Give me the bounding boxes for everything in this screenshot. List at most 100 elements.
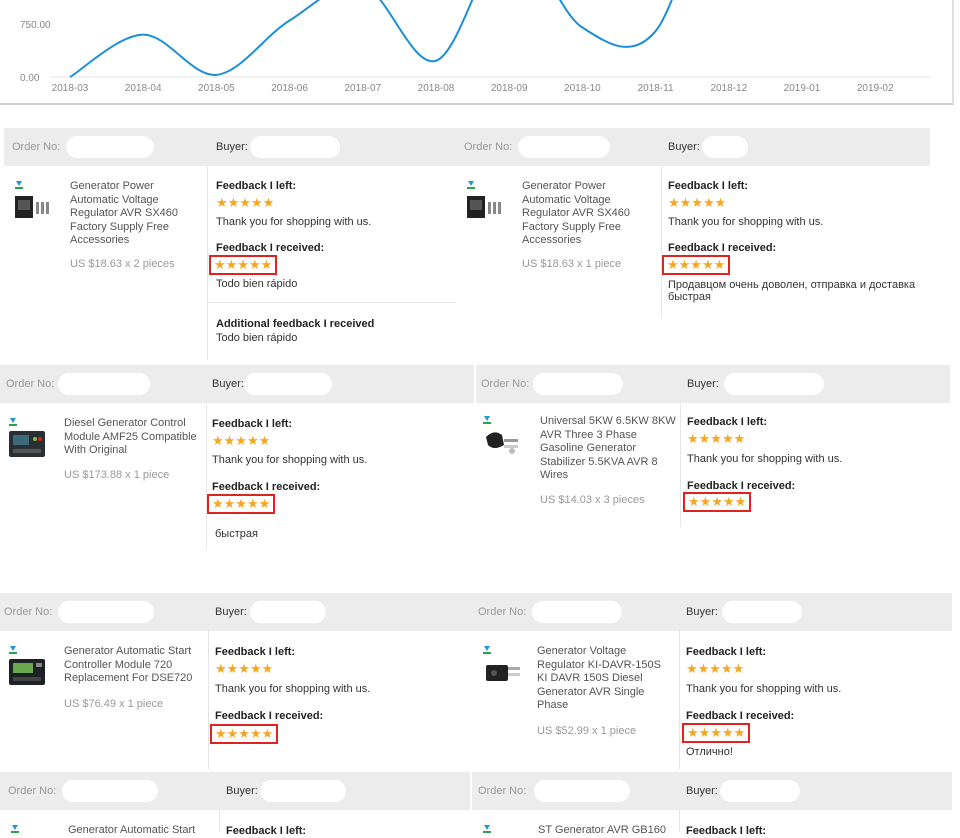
product-title[interactable]: Generator Power Automatic Voltage Regula… <box>70 180 190 248</box>
order-no-label: Order No: <box>6 378 55 390</box>
product-title[interactable]: Diesel Generator Control Module AMF25 Co… <box>64 417 199 458</box>
product-title[interactable]: Generator Automatic Start <box>68 824 213 838</box>
redacted-order-no <box>518 136 610 158</box>
column-divider <box>207 166 208 360</box>
received-feedback-text: Отлично! <box>686 746 733 758</box>
column-divider <box>206 403 207 550</box>
redacted-order-no <box>66 136 154 158</box>
series-line <box>69 0 673 78</box>
feedback-left-title: Feedback I left: <box>687 416 768 428</box>
x-tick-label: 2018-06 <box>271 83 308 94</box>
received-rating-stars: ★★★★★ <box>662 255 731 275</box>
redacted-buyer <box>250 601 326 623</box>
order-card: Order No: Buyer: Generator Automatic Sta… <box>0 593 472 769</box>
additional-feedback-title: Additional feedback I received <box>216 318 375 330</box>
redacted-buyer <box>722 601 802 623</box>
redacted-order-no <box>58 601 154 623</box>
feedback-left-title: Feedback I left: <box>212 418 293 430</box>
redacted-buyer <box>244 373 332 395</box>
received-feedback-text: быстрая <box>215 528 258 540</box>
column-divider <box>661 166 662 318</box>
order-card: Order No: Buyer: ST Generator AVR GB160 … <box>472 772 952 837</box>
feedback-left-title: Feedback I left: <box>686 646 767 658</box>
x-tick-label: 2019-01 <box>784 83 821 94</box>
product-thumbnail-icon[interactable] <box>482 427 520 457</box>
order-no-label: Order No: <box>464 141 513 153</box>
feedback-received-title: Feedback I received: <box>215 710 324 722</box>
order-no-label: Order No: <box>8 785 57 797</box>
order-no-label: Order No: <box>478 606 527 618</box>
received-rating-stars: ★★★★★ <box>207 494 276 514</box>
buyer-label: Buyer: <box>686 606 718 618</box>
feedback-received-title: Feedback I received: <box>212 481 321 493</box>
product-title[interactable]: Generator Automatic Start Controller Mod… <box>64 645 204 686</box>
left-feedback-text: Thank you for shopping with us. <box>687 453 843 465</box>
received-rating-stars: ★★★★★ <box>682 723 751 743</box>
left-rating-stars: ★★★★★ <box>687 431 746 446</box>
order-card: Order No: Buyer: Generator Automatic Sta… <box>0 772 470 837</box>
product-price: US $76.49 x 1 piece <box>64 698 164 710</box>
left-feedback-text: Thank you for shopping with us. <box>212 454 368 466</box>
redacted-order-no <box>62 780 158 802</box>
buyer-label: Buyer: <box>668 141 700 153</box>
buyer-label: Buyer: <box>215 606 247 618</box>
buyer-label: Buyer: <box>687 378 719 390</box>
product-price: US $173.88 x 1 piece <box>64 469 170 481</box>
product-thumbnail-icon[interactable] <box>484 657 522 687</box>
x-tick-label: 2018-08 <box>418 83 455 94</box>
additional-feedback-text: Todo bien rápido <box>216 332 298 344</box>
x-tick-label: 2018-10 <box>564 83 601 94</box>
redacted-order-no <box>58 373 150 395</box>
order-card: Order No: Buyer: Generator Power Automat… <box>456 128 930 318</box>
left-feedback-text: Thank you for shopping with us. <box>215 683 371 695</box>
brand-logo-icon <box>483 416 491 424</box>
x-tick-label: 2019-02 <box>857 83 894 94</box>
feedback-left-title: Feedback I left: <box>216 180 297 192</box>
redacted-order-no <box>532 601 622 623</box>
row-divider <box>207 302 456 303</box>
redacted-buyer <box>250 136 340 158</box>
column-divider <box>208 631 209 769</box>
product-thumbnail-icon[interactable] <box>466 192 504 222</box>
product-thumbnail-icon[interactable] <box>14 192 52 222</box>
order-header: Order No: Buyer: <box>4 128 456 166</box>
order-no-label: Order No: <box>12 141 61 153</box>
left-feedback-text: Thank you for shopping with us. <box>668 216 824 228</box>
order-header: Order No: Buyer: <box>472 772 952 810</box>
x-tick-label: 2018-09 <box>491 83 528 94</box>
x-tick-label: 2018-11 <box>638 83 674 94</box>
order-header: Order No: Buyer: <box>476 365 950 403</box>
received-rating-stars: ★★★★★ <box>210 724 279 744</box>
buyer-label: Buyer: <box>686 785 718 797</box>
feedback-left-title: Feedback I left: <box>215 646 296 658</box>
product-title[interactable]: Generator Voltage Regulator KI-DAVR-150S… <box>537 645 672 713</box>
left-feedback-text: Thank you for shopping with us. <box>686 683 842 695</box>
order-header: Order No: Buyer: <box>0 365 474 403</box>
column-divider <box>679 631 680 769</box>
brand-logo-icon <box>9 646 17 654</box>
product-thumbnail-icon[interactable] <box>8 429 46 459</box>
product-title[interactable]: ST Generator AVR GB160 <box>538 824 673 838</box>
brand-logo-icon <box>9 418 17 426</box>
buyer-label: Buyer: <box>212 378 244 390</box>
left-feedback-text: Thank you for shopping with us. <box>216 216 372 228</box>
y-tick-label: 750.00 <box>20 20 51 31</box>
left-rating-stars: ★★★★★ <box>215 661 274 676</box>
left-rating-stars: ★★★★★ <box>686 661 745 676</box>
brand-logo-icon <box>483 825 491 833</box>
redacted-buyer <box>720 780 800 802</box>
product-thumbnail-icon[interactable] <box>8 657 46 687</box>
order-card: Order No: Buyer: Generator Power Automat… <box>4 128 456 360</box>
x-tick-label: 2018-04 <box>125 83 162 94</box>
x-tick-label: 2018-05 <box>198 83 235 94</box>
redacted-buyer <box>702 136 748 158</box>
product-price: US $14.03 x 3 pieces <box>540 494 645 506</box>
left-rating-stars: ★★★★★ <box>212 433 271 448</box>
feedback-received-title: Feedback I received: <box>686 710 795 722</box>
x-tick-label: 2018-12 <box>710 83 747 94</box>
product-title[interactable]: Universal 5KW 6.5KW 8KW AVR Three 3 Phas… <box>540 415 680 483</box>
product-title[interactable]: Generator Power Automatic Voltage Regula… <box>522 180 642 248</box>
product-price: US $52.99 x 1 piece <box>537 725 637 737</box>
brand-logo-icon <box>467 181 475 189</box>
redacted-order-no <box>533 373 623 395</box>
